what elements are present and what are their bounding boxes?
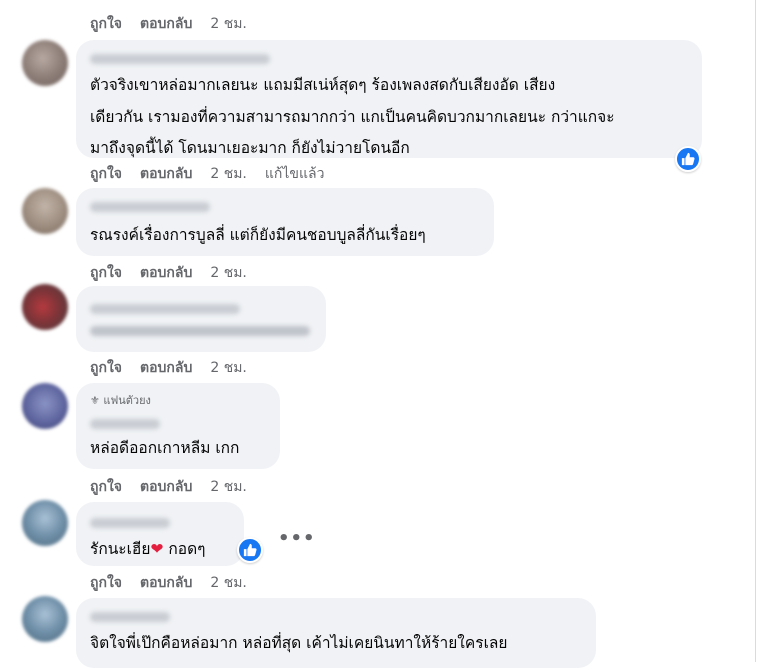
like-link[interactable]: ถูกใจ xyxy=(90,575,122,591)
avatar[interactable] xyxy=(22,188,68,234)
reply-link[interactable]: ตอบกลับ xyxy=(140,265,192,281)
more-options-icon[interactable]: ••• xyxy=(278,528,316,549)
like-link[interactable]: ถูกใจ xyxy=(90,166,122,182)
comment-actions: ถูกใจ ตอบกลับ 2 ชม. xyxy=(90,357,265,379)
like-reaction-badge[interactable] xyxy=(675,146,701,172)
comment-text-line: รักนะเฮีย❤ กอดๆ xyxy=(90,534,206,564)
like-reaction-badge[interactable] xyxy=(237,537,263,563)
comment-bubble: รณรงค์เรื่องการบูลลี่ แต่ก็ยังมีคนชอบบูล… xyxy=(76,188,494,256)
author-name[interactable] xyxy=(90,518,170,528)
avatar[interactable] xyxy=(22,383,68,429)
timestamp[interactable]: 2 ชม. xyxy=(210,265,247,281)
comment-actions: ถูกใจ ตอบกลับ 2 ชม. xyxy=(90,262,265,284)
comment-text-line: ตัวจริงเขาหล่อมากเลยนะ แถมมีสเน่ห์สุดๆ ร… xyxy=(90,76,556,94)
comment-bubble xyxy=(76,286,326,352)
fan-badge-label: แฟนตัวยง xyxy=(103,394,151,407)
reply-link[interactable]: ตอบกลับ xyxy=(140,479,192,495)
comment-text-line: เดียวกัน เรามองที่ความสามารถมากกว่า แกเป… xyxy=(90,108,615,126)
comment-text-line: จิตใจพี่เป๊กคือหล่อมาก หล่อที่สุด เค้าไม… xyxy=(90,634,508,652)
timestamp[interactable]: 2 ชม. xyxy=(210,16,247,32)
fan-badge[interactable]: ⚜ แฟนตัวยง xyxy=(90,391,151,409)
comment-text: รักนะเฮีย xyxy=(90,540,151,558)
reply-link[interactable]: ตอบกลับ xyxy=(140,360,192,376)
reply-link[interactable]: ตอบกลับ xyxy=(140,16,192,32)
comment-actions: ถูกใจ ตอบกลับ 2 ชม. xyxy=(90,13,265,35)
avatar[interactable] xyxy=(22,500,68,546)
timestamp[interactable]: 2 ชม. xyxy=(210,360,247,376)
avatar[interactable] xyxy=(22,40,68,86)
comment-actions: ถูกใจ ตอบกลับ 2 ชม. xyxy=(90,476,265,498)
comment-text-line: รณรงค์เรื่องการบูลลี่ แต่ก็ยังมีคนชอบบูล… xyxy=(90,226,426,244)
like-icon xyxy=(243,543,257,557)
comment-text-line: หล่อดีออกเกาหลีม เกก xyxy=(90,439,240,457)
like-link[interactable]: ถูกใจ xyxy=(90,479,122,495)
comment-bubble: ⚜ แฟนตัวยง หล่อดีออกเกาหลีม เกก xyxy=(76,383,280,469)
comment-bubble: ตัวจริงเขาหล่อมากเลยนะ แถมมีสเน่ห์สุดๆ ร… xyxy=(76,40,702,158)
timestamp[interactable]: 2 ชม. xyxy=(210,479,247,495)
comment-actions: ถูกใจ ตอบกลับ 2 ชม. แก้ไขแล้ว xyxy=(90,163,342,185)
timestamp[interactable]: 2 ชม. xyxy=(210,575,247,591)
comment-text: กอดๆ xyxy=(163,540,206,558)
avatar[interactable] xyxy=(22,284,68,330)
like-link[interactable]: ถูกใจ xyxy=(90,360,122,376)
author-name[interactable] xyxy=(90,202,210,212)
heart-emoji: ❤ xyxy=(150,540,164,558)
like-link[interactable]: ถูกใจ xyxy=(90,265,122,281)
fan-badge-icon: ⚜ xyxy=(90,394,100,407)
author-name[interactable] xyxy=(90,54,270,64)
comment-bubble: รักนะเฮีย❤ กอดๆ xyxy=(76,502,244,566)
edited-label[interactable]: แก้ไขแล้ว xyxy=(265,166,325,182)
like-icon xyxy=(681,152,695,166)
author-name[interactable] xyxy=(90,304,240,314)
reply-link[interactable]: ตอบกลับ xyxy=(140,166,192,182)
timestamp[interactable]: 2 ชม. xyxy=(210,166,247,182)
author-name[interactable] xyxy=(90,419,160,429)
window-edge xyxy=(755,0,762,662)
author-name[interactable] xyxy=(90,612,170,622)
reply-link[interactable]: ตอบกลับ xyxy=(140,575,192,591)
avatar[interactable] xyxy=(22,596,68,642)
comment-bubble: จิตใจพี่เป๊กคือหล่อมาก หล่อที่สุด เค้าไม… xyxy=(76,598,596,668)
blurred-comment-text xyxy=(90,326,310,336)
comment-actions: ถูกใจ ตอบกลับ 2 ชม. xyxy=(90,572,265,594)
comment-text-line: มาถึงจุดนี้ได้ โดนมาเยอะมาก ก็ยังไม่วายโ… xyxy=(90,139,410,157)
like-link[interactable]: ถูกใจ xyxy=(90,16,122,32)
